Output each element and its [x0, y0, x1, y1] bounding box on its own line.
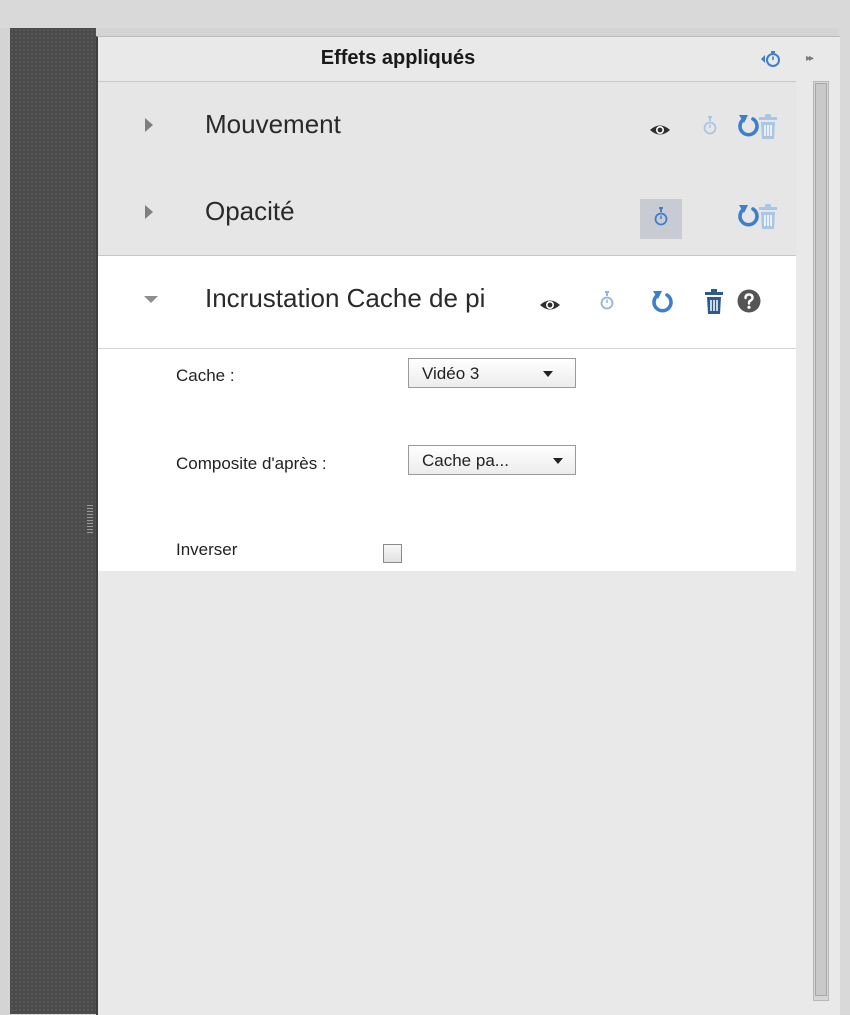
stopwatch-icon[interactable] — [760, 50, 782, 68]
effect-name: Opacité — [205, 196, 295, 226]
trash-icon[interactable] — [704, 289, 724, 315]
top-strip — [0, 0, 850, 28]
applied-effects-panel: Effets appliqués ▸▸ Mouvement Opacité In… — [96, 36, 840, 1015]
effect-name: Mouvement — [205, 109, 341, 139]
eye-icon[interactable] — [649, 123, 671, 137]
effect-parameters: Cache : Vidéo 3 Composite d'après : Cach… — [98, 349, 796, 571]
left-workspace-area — [10, 28, 96, 1014]
composite-dropdown-value: Cache pa... — [422, 451, 509, 470]
cache-dropdown[interactable]: Vidéo 3 — [408, 358, 576, 388]
help-icon[interactable] — [737, 289, 761, 313]
invert-label: Inverser — [176, 540, 238, 559]
effect-row-incrustation[interactable]: Incrustation Cache de pi — [98, 256, 796, 349]
effect-row-mouvement[interactable]: Mouvement — [98, 81, 796, 170]
stopwatch-icon[interactable] — [654, 207, 668, 227]
chevron-down-icon — [553, 458, 563, 464]
stopwatch-icon[interactable] — [703, 116, 717, 136]
cache-dropdown-value: Vidéo 3 — [422, 364, 480, 383]
invert-checkbox[interactable] — [383, 544, 402, 563]
eye-icon[interactable] — [539, 298, 561, 312]
scrollbar-thumb[interactable] — [815, 83, 827, 996]
effect-row-opacite[interactable]: Opacité — [98, 169, 796, 256]
collapse-triangle-icon[interactable] — [144, 296, 158, 303]
trash-icon[interactable] — [758, 204, 778, 230]
reset-icon[interactable] — [650, 289, 674, 315]
stopwatch-icon[interactable] — [600, 291, 614, 311]
panel-title: Effets appliqués — [320, 47, 476, 69]
panel-expand-icon[interactable]: ▸▸ — [806, 53, 814, 64]
reset-icon[interactable] — [736, 203, 760, 229]
reset-icon[interactable] — [736, 113, 760, 139]
trash-icon[interactable] — [758, 114, 778, 140]
effect-name: Incrustation Cache de pi — [205, 283, 486, 313]
cache-label: Cache : — [176, 366, 235, 385]
scrollbar[interactable] — [806, 81, 836, 1001]
composite-label: Composite d'après : — [176, 454, 327, 473]
chevron-down-icon — [543, 371, 553, 377]
expand-triangle-icon[interactable] — [145, 118, 153, 132]
panel-resize-grip[interactable] — [87, 505, 93, 535]
composite-dropdown[interactable]: Cache pa... — [408, 445, 576, 475]
expand-triangle-icon[interactable] — [145, 205, 153, 219]
panel-header: Effets appliqués ▸▸ — [98, 37, 840, 81]
